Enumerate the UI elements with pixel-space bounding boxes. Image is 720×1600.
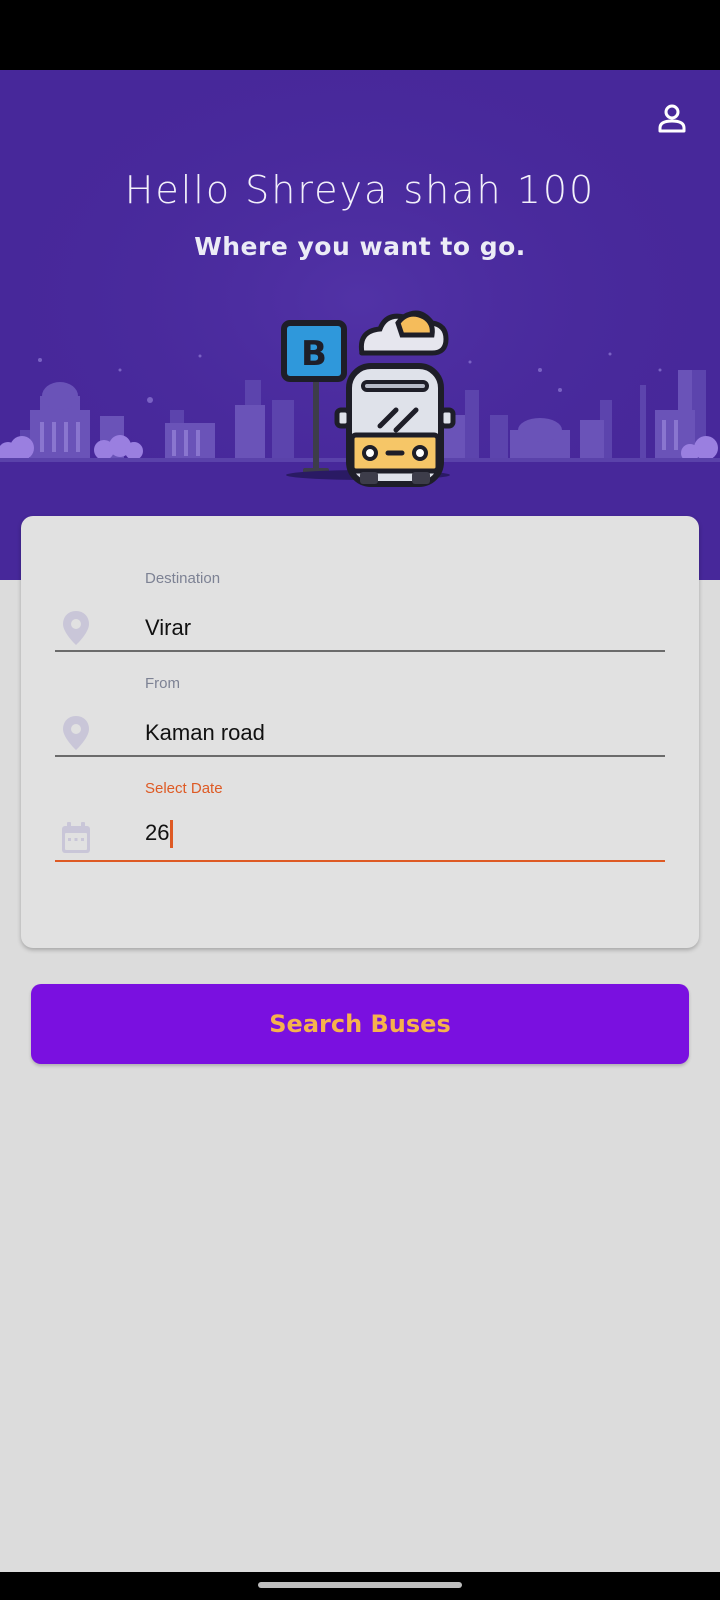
destination-underline	[55, 650, 665, 652]
city-bus-illustration: B	[0, 70, 720, 580]
date-field[interactable]: Select Date 26	[55, 780, 665, 876]
search-form-card: Destination From Select Date	[21, 516, 699, 948]
from-input[interactable]	[145, 717, 645, 749]
greeting-text: Hello Shreya shah 100	[124, 168, 596, 212]
text-cursor	[170, 820, 174, 849]
date-value: 26	[145, 820, 170, 845]
destination-label: Destination	[145, 570, 221, 587]
hero-header: B Hello Shreya shah 100 Where you want t…	[0, 70, 720, 580]
location-pin-icon	[59, 713, 93, 753]
subtitle-text: Where you want to go.	[194, 232, 526, 261]
search-buses-button[interactable]: Search Buses	[31, 984, 689, 1064]
date-label: Select Date	[145, 780, 223, 797]
calendar-icon	[59, 818, 93, 858]
status-bar	[0, 0, 720, 70]
from-underline	[55, 755, 665, 757]
date-underline	[55, 860, 665, 862]
navigation-bar	[0, 1572, 720, 1600]
person-outline-icon	[658, 104, 686, 133]
location-pin-icon	[59, 608, 93, 648]
home-gesture-handle[interactable]	[258, 1582, 462, 1588]
bus-stop-letter: B	[301, 334, 327, 374]
destination-input[interactable]	[145, 612, 645, 644]
profile-button[interactable]	[654, 100, 690, 136]
from-label: From	[145, 675, 180, 692]
date-input[interactable]: 26	[145, 820, 645, 852]
destination-field[interactable]: Destination	[55, 570, 665, 666]
from-field[interactable]: From	[55, 675, 665, 771]
